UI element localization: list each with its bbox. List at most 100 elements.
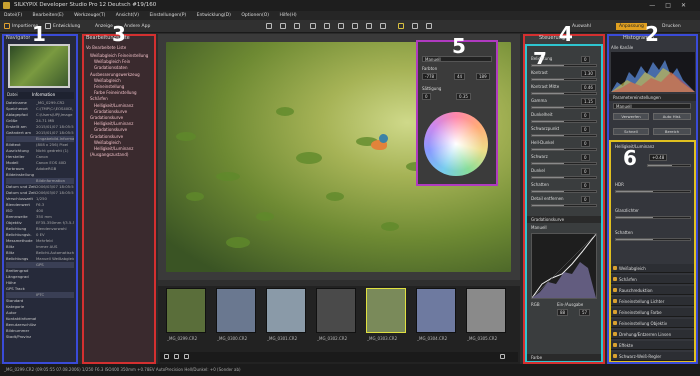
history-item[interactable]: Weißabgleich Feineinstellung xyxy=(90,78,152,90)
gradient-icon[interactable] xyxy=(324,23,330,29)
slider-value[interactable]: 0 xyxy=(581,154,590,161)
output-value[interactable]: 57 xyxy=(579,309,591,316)
wb-icon[interactable] xyxy=(352,23,358,29)
slider-value[interactable]: 0 xyxy=(581,196,590,203)
auto-hist-button[interactable]: Auto Hist. xyxy=(653,113,691,120)
channel-select[interactable]: RGB xyxy=(531,302,540,308)
crop-icon[interactable] xyxy=(266,23,272,29)
anpassung-button[interactable]: Anpassung xyxy=(616,23,647,30)
import-icon[interactable] xyxy=(4,23,10,29)
film-thumb[interactable]: _MG_0305.CR2 xyxy=(466,288,506,341)
adjust-slider[interactable] xyxy=(531,64,597,67)
view-button[interactable]: Anzeige xyxy=(95,23,113,30)
slider-value[interactable]: 0 xyxy=(581,168,590,175)
param-row[interactable]: Effekte xyxy=(611,341,694,350)
other-app-button[interactable]: Andere App xyxy=(124,23,150,30)
menu-tools[interactable]: Werkzeuge(T) xyxy=(74,13,105,18)
film-thumb[interactable]: _MG_0300.CR2 xyxy=(216,288,256,341)
bereich-button[interactable]: Bereich xyxy=(653,128,691,135)
saettigung-value-a[interactable]: 0 xyxy=(422,93,431,100)
saettigung-value-b[interactable]: 0.35 xyxy=(456,93,471,100)
slider-value[interactable]: 0 xyxy=(581,56,590,63)
film-thumb[interactable]: _MG_0304.CR2 xyxy=(416,288,456,341)
adjust-slider[interactable] xyxy=(531,92,597,95)
input-value[interactable]: 88 xyxy=(557,309,569,316)
param-row[interactable]: Schwarz-Weiß-Regler xyxy=(611,352,694,361)
farbton-value-c[interactable]: 189 xyxy=(476,73,490,80)
menu-edit[interactable]: Bearbeiten(E) xyxy=(33,13,64,18)
gradation-curve[interactable] xyxy=(531,233,597,299)
menu-options[interactable]: Optionen(O) xyxy=(241,13,269,18)
slider-value[interactable]: 0 xyxy=(581,112,590,119)
menu-view[interactable]: Ansicht(V) xyxy=(116,13,139,18)
verwerfen-button[interactable]: Verwerfen xyxy=(613,113,649,120)
adjust-slider[interactable] xyxy=(531,148,597,151)
param-row[interactable]: Rauschreduktion xyxy=(611,286,694,295)
mode-select[interactable]: Manuell xyxy=(422,56,492,62)
tab-datei[interactable]: Datei xyxy=(7,92,18,98)
adjust-slider[interactable] xyxy=(531,120,597,123)
shadows-slider[interactable] xyxy=(615,238,691,241)
adjust-slider[interactable] xyxy=(531,106,597,109)
param-row[interactable]: Feineinstellung Farbe xyxy=(611,308,694,317)
adjust-slider[interactable] xyxy=(531,78,597,81)
param-row[interactable]: Weißabgleich xyxy=(611,264,694,273)
adjust-slider[interactable] xyxy=(531,190,597,193)
luminance-label[interactable]: Helligkeit/Luminanz xyxy=(615,144,654,150)
film-thumb[interactable]: _MG_0299.CR2 xyxy=(166,288,206,341)
hat-icon[interactable] xyxy=(380,23,386,29)
adjust-slider[interactable] xyxy=(531,162,597,165)
menu-file[interactable]: Datei(F) xyxy=(4,13,22,18)
highlights-slider[interactable] xyxy=(615,216,691,219)
navigator-thumbnail[interactable] xyxy=(8,44,70,88)
slider-value[interactable]: 0 xyxy=(581,126,590,133)
param-select[interactable]: Manuell xyxy=(613,103,691,109)
develop-button[interactable]: Entwicklung xyxy=(53,23,80,30)
history-item[interactable]: (Ausgangszustand) xyxy=(90,152,152,158)
mask-icon[interactable] xyxy=(366,23,372,29)
adjust-slider[interactable] xyxy=(531,204,597,207)
pipette-icon[interactable] xyxy=(338,23,344,29)
spot-icon[interactable] xyxy=(294,23,300,29)
film-thumb[interactable]: _MG_0302.CR2 xyxy=(316,288,356,341)
slider-value[interactable]: 0.46 xyxy=(581,84,596,91)
tab-information[interactable]: Information xyxy=(32,92,55,98)
menu-help[interactable]: Hilfe(H) xyxy=(279,13,296,18)
filmstrip-scrollbar[interactable] xyxy=(158,280,520,286)
stamp-icon[interactable] xyxy=(426,23,432,29)
adjust-slider[interactable] xyxy=(531,134,597,137)
slider-value[interactable]: 1.30 xyxy=(581,70,596,77)
film-thumb[interactable]: _MG_0303.CR2 xyxy=(366,288,406,341)
menu-settings[interactable]: Einstellungen(P) xyxy=(149,13,186,18)
slider-value[interactable]: 0 xyxy=(581,140,590,147)
filter-icon[interactable] xyxy=(500,354,505,359)
param-row[interactable]: Schärfen xyxy=(611,275,694,284)
param-row[interactable]: Feineinstellung Lichter xyxy=(611,297,694,306)
farbton-value-b[interactable]: 44 xyxy=(454,73,466,80)
auswahl-button[interactable]: Auswahl xyxy=(572,23,591,30)
param-row[interactable]: Drehung/Entzerren Linsen xyxy=(611,330,694,339)
compare-icon[interactable] xyxy=(184,354,189,359)
channels-label[interactable]: Alle Kanäle xyxy=(611,45,633,51)
farbe-section[interactable]: Farbe xyxy=(527,354,601,361)
color-wheel[interactable] xyxy=(424,112,488,176)
hdr-slider[interactable] xyxy=(615,190,691,193)
param-row[interactable]: Feineinstellung Objektiv xyxy=(611,319,694,328)
param-section[interactable]: Parametereinstellungen xyxy=(609,94,696,101)
slider-value[interactable]: 0 xyxy=(581,182,590,189)
navigator-tab[interactable]: Navigator xyxy=(6,35,30,42)
pencil-icon[interactable] xyxy=(412,23,418,29)
film-thumb[interactable]: _MG_0301.CR2 xyxy=(266,288,306,341)
menu-develop[interactable]: Entwicklung(D) xyxy=(197,13,231,18)
ev-slider[interactable] xyxy=(647,164,691,167)
slider-value[interactable]: 1.15 xyxy=(581,98,596,105)
grid-icon[interactable] xyxy=(164,354,169,359)
adjust-slider[interactable] xyxy=(531,176,597,179)
check-icon[interactable] xyxy=(398,23,404,29)
schnell-button[interactable]: Schnell xyxy=(613,128,649,135)
farbton-value-a[interactable]: -778 xyxy=(422,73,438,80)
rotate-icon[interactable] xyxy=(280,23,286,29)
gradation-mode[interactable]: Manuell xyxy=(531,225,547,231)
single-view-icon[interactable] xyxy=(174,354,179,359)
drucken-button[interactable]: Drucken xyxy=(662,23,681,30)
